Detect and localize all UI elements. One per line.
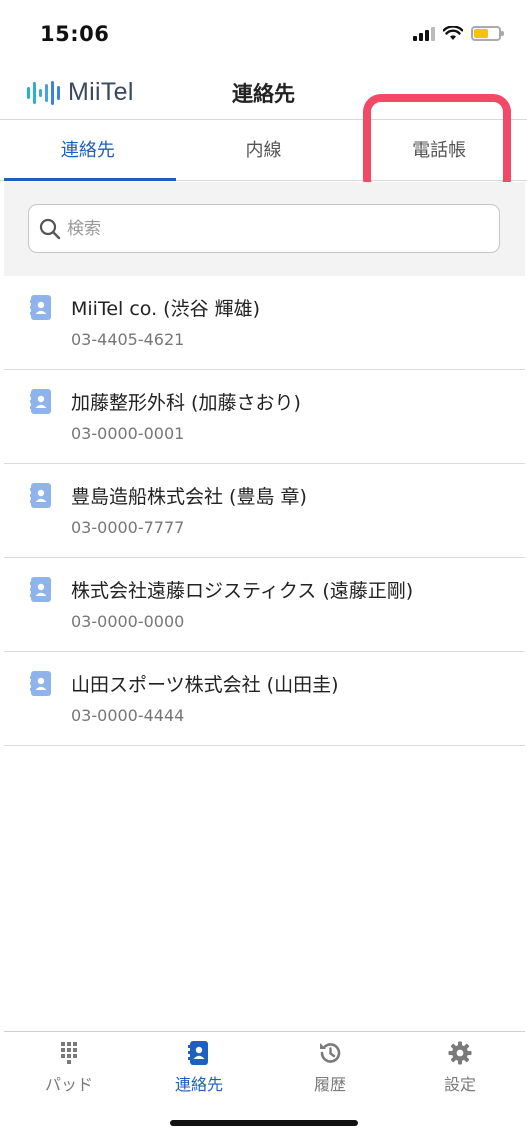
tab-contacts[interactable]: 連絡先: [0, 121, 176, 181]
nav-item-contacts[interactable]: 連絡先: [134, 1040, 264, 1095]
wifi-icon: [443, 26, 463, 40]
contact-phone: 03-0000-0001: [71, 424, 185, 443]
list-item[interactable]: 山田スポーツ株式会社 (山田圭) 03-0000-4444: [4, 652, 525, 746]
nav-label: 連絡先: [174, 1075, 223, 1094]
contact-card-icon: [30, 483, 51, 508]
cellular-signal-icon: [413, 26, 435, 41]
contact-card-icon: [30, 671, 51, 696]
search-box[interactable]: [28, 204, 500, 253]
contact-card-icon: [30, 389, 51, 414]
list-item[interactable]: 豊島造船株式会社 (豊島 章) 03-0000-7777: [4, 464, 525, 558]
contact-name: 豊島造船株式会社 (豊島 章): [71, 486, 307, 508]
list-item[interactable]: 加藤整形外科 (加藤さおり) 03-0000-0001: [4, 370, 525, 464]
search-input[interactable]: [67, 205, 487, 252]
contact-phone: 03-0000-7777: [71, 518, 185, 537]
nav-item-pad[interactable]: パッド: [4, 1040, 134, 1095]
search-icon: [39, 218, 61, 240]
contact-phone: 03-0000-4444: [71, 706, 185, 725]
dialpad-icon: [61, 1042, 77, 1064]
contact-name: MiiTel co. (渋谷 輝雄): [71, 298, 261, 320]
contacts-icon: [188, 1041, 208, 1065]
contact-card-icon: [30, 577, 51, 602]
battery-icon: [471, 26, 504, 41]
gear-icon: [448, 1041, 472, 1065]
nav-label: 履歴: [313, 1075, 346, 1094]
contact-name: 加藤整形外科 (加藤さおり): [71, 392, 301, 414]
status-time: 15:06: [40, 22, 110, 46]
nav-item-history[interactable]: 履歴: [265, 1040, 395, 1095]
search-area: [4, 182, 525, 276]
list-item[interactable]: MiiTel co. (渋谷 輝雄) 03-4405-4621: [4, 276, 525, 370]
list-item[interactable]: 株式会社遠藤ロジスティクス (遠藤正剛) 03-0000-0000: [4, 558, 525, 652]
contact-list: MiiTel co. (渋谷 輝雄) 03-4405-4621 加藤整形外科 (…: [4, 276, 525, 746]
contact-card-icon: [30, 295, 51, 320]
contact-phone: 03-0000-0000: [71, 612, 185, 631]
nav-label: パッド: [44, 1075, 93, 1094]
home-indicator: [170, 1120, 358, 1126]
history-icon: [320, 1043, 341, 1063]
status-bar: 15:06: [0, 0, 527, 66]
contact-name: 株式会社遠藤ロジスティクス (遠藤正剛): [71, 580, 414, 602]
status-icons: [413, 26, 504, 41]
nav-item-settings[interactable]: 設定: [395, 1040, 525, 1095]
contact-phone: 03-4405-4621: [71, 330, 185, 349]
nav-label: 設定: [443, 1075, 476, 1094]
tab-extensions[interactable]: 内線: [176, 121, 352, 180]
contact-name: 山田スポーツ株式会社 (山田圭): [71, 674, 339, 696]
